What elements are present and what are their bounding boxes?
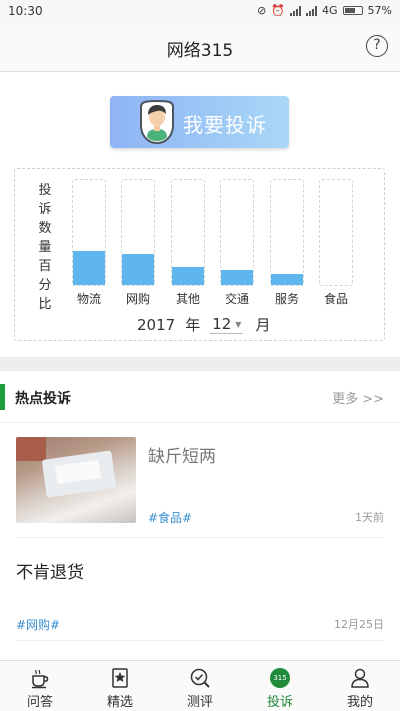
complain-button-label: 我要投诉 [183,113,267,137]
ylabel-char: 数 [38,221,52,236]
month-value: 12 [212,315,232,333]
bar [271,274,303,285]
ylabel-char: 比 [38,297,52,312]
bar [122,254,154,285]
ylabel-char: 分 [38,278,52,293]
question-circle-icon[interactable]: ? [366,35,388,57]
section-accent [0,384,5,410]
bar-column [121,179,155,286]
bar-column [319,179,353,286]
ylabel-char: 诉 [38,202,52,217]
more-link[interactable]: 更多 >> [332,388,384,407]
category-label: 物流 [76,292,101,306]
year-unit: 年 [185,316,201,334]
thumb-shape [16,437,46,461]
network-type: 4G [322,4,338,17]
date-selector: 2017 年 12 ▼ 月 [137,314,270,335]
nav-item-me[interactable]: 我的 [320,661,400,711]
nav-item-complaint[interactable]: 315 投诉 [240,661,320,711]
alarm-icon: ⏰ [271,4,286,17]
star-bookmark-icon [112,668,128,688]
status-bar: 10:30 ⊘ ⏰ 4G 57% [0,0,400,24]
category-label: 其他 [175,292,200,306]
hot-complaints-title: 热点投诉 [15,391,71,407]
status-time: 10:30 [8,4,43,18]
nav-label: 投诉 [266,695,293,710]
nav-label: 精选 [106,695,133,710]
category-label: 食品 [323,292,348,306]
page-title: 网络315 [166,41,234,61]
nav-label: 问答 [26,695,53,710]
user-avatar-icon [140,99,174,145]
complaint-item[interactable]: 不肯退货 #网购# 12月25日 [16,539,384,641]
bar-column [270,179,304,286]
bar-column [171,179,205,286]
ylabel-char: 量 [38,240,52,255]
app-header: 网络315 ? [0,24,400,72]
bar [221,270,253,285]
month-dropdown[interactable]: 12 ▼ [210,315,244,334]
bottom-nav: 问答 精选 测评 315 投诉 我的 [0,660,400,711]
mute-icon: ⊘ [257,4,267,17]
complain-button[interactable]: 我要投诉 [110,96,289,148]
category-label: 服务 [274,292,299,306]
signal-icon-2 [306,5,318,16]
search-review-icon [190,668,210,688]
nav-item-qa[interactable]: 问答 [0,661,80,711]
battery-percent: 57% [367,4,392,17]
nav-item-featured[interactable]: 精选 [80,661,160,711]
coffee-cup-icon [32,669,49,689]
hot-complaints-header: 热点投诉 更多 >> [0,371,400,423]
complaint-time: 1天前 [355,511,384,524]
status-icons: ⊘ ⏰ 4G 57% [257,4,392,17]
chevron-down-icon: ▼ [235,319,242,329]
ylabel-char: 百 [38,259,52,274]
nav-label: 我的 [346,695,373,710]
nav-item-review[interactable]: 测评 [160,661,240,711]
complaint-title: 缺斤短两 [148,447,216,467]
complaint-item[interactable]: 缺斤短两 #食品# 1天前 [16,423,384,538]
ylabel-char: 投 [38,183,52,198]
complaint-tag[interactable]: #网购# [16,616,60,633]
complaint-tag[interactable]: #食品# [148,509,192,526]
nav-label: 测评 [186,695,213,710]
bar [172,267,204,285]
bar-column [72,179,106,286]
bar-column [220,179,254,286]
complaint-thumbnail [16,437,136,523]
section-divider [0,357,400,371]
complaint-time: 12月25日 [334,618,384,631]
battery-icon [342,6,363,15]
month-unit: 月 [255,316,271,334]
complaint-chart: 投 诉 数 量 百 分 比 物流 网购 其他 交通 服务 食品 2017 年 12 ▼ 月 [14,168,385,341]
bar [73,251,105,285]
category-label: 交通 [224,292,249,306]
person-icon [351,668,369,688]
year-value: 2017 [137,315,176,334]
signal-icon [290,5,302,16]
category-label: 网购 [125,292,150,306]
chart-ylabel: 投 诉 数 量 百 分 比 [37,181,53,314]
complaint-title: 不肯退货 [16,563,84,583]
badge-315-icon: 315 [270,668,290,688]
